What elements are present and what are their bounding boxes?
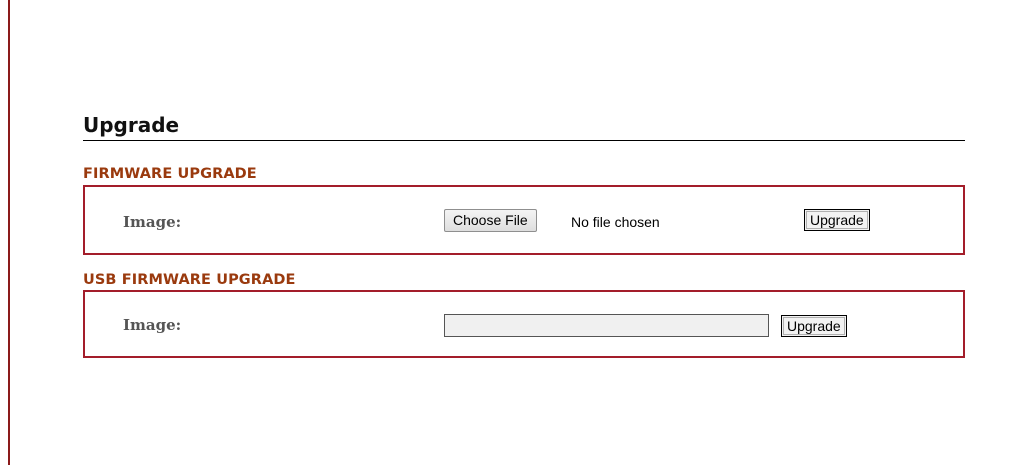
usb-upgrade-button[interactable]: Upgrade (781, 315, 847, 337)
firmware-image-label: Image: (123, 213, 182, 231)
usb-image-path-input[interactable] (444, 314, 769, 337)
left-border-rule (8, 0, 10, 465)
firmware-upgrade-heading: FIRMWARE UPGRADE (83, 166, 257, 182)
usb-firmware-upgrade-section: Image: Upgrade (83, 290, 965, 358)
firmware-upgrade-section: Image: Choose File No file chosen Upgrad… (83, 185, 965, 255)
file-status-text: No file chosen (571, 214, 660, 230)
title-divider (83, 140, 965, 141)
page-title: Upgrade (83, 113, 180, 137)
usb-firmware-upgrade-heading: USB FIRMWARE UPGRADE (83, 272, 296, 288)
usb-image-label: Image: (123, 316, 182, 334)
firmware-upgrade-button[interactable]: Upgrade (804, 209, 870, 231)
choose-file-button[interactable]: Choose File (444, 209, 537, 232)
